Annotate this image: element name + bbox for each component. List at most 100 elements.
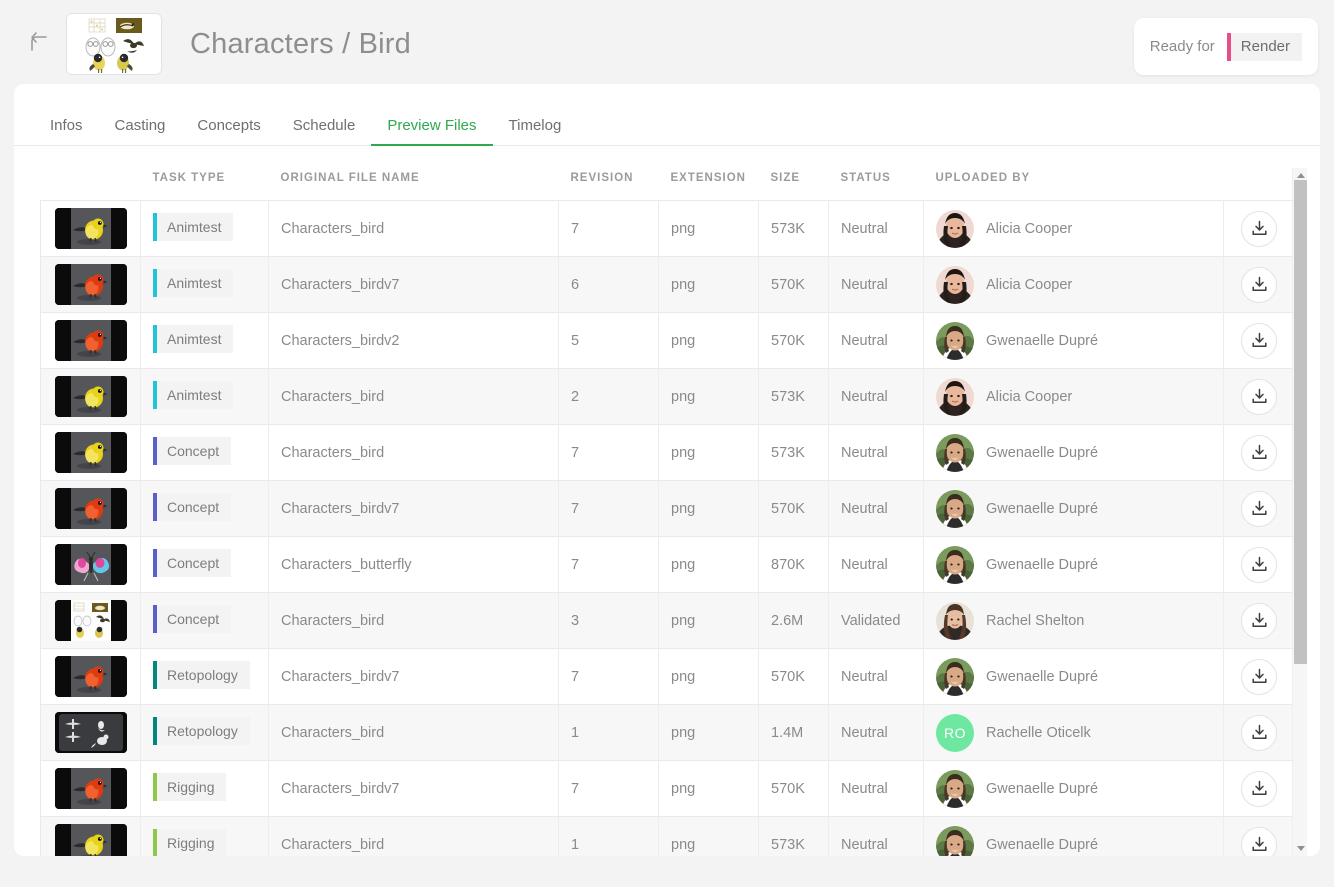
tab-preview-files[interactable]: Preview Files <box>371 117 493 146</box>
download-icon[interactable] <box>1241 434 1278 471</box>
table-row[interactable]: Rigging Characters_bird 1 png 573K Neutral G… <box>40 816 1295 856</box>
task-type-label: Retopology <box>167 666 238 683</box>
col-task-type[interactable]: TASK TYPE <box>141 146 269 201</box>
task-type-badge[interactable]: Concept <box>153 436 232 465</box>
download-icon[interactable] <box>1241 378 1278 415</box>
project-thumbnail[interactable] <box>66 13 162 75</box>
scroll-down-arrow-icon[interactable] <box>1293 841 1308 856</box>
tab-infos[interactable]: Infos <box>50 117 99 145</box>
download-icon[interactable] <box>1241 322 1278 359</box>
uploader-name: Gwenaelle Dupré <box>986 444 1099 461</box>
cell-status: Neutral <box>828 312 924 369</box>
col-uploaded-by[interactable]: UPLOADED BY <box>924 146 1224 201</box>
back-arrow-icon[interactable] <box>22 27 56 61</box>
download-icon[interactable] <box>1241 714 1278 751</box>
avatar[interactable] <box>936 321 974 360</box>
col-extension[interactable]: EXTENSION <box>659 146 759 201</box>
col-file-name[interactable]: ORIGINAL FILE NAME <box>269 146 559 201</box>
download-icon[interactable] <box>1241 490 1278 527</box>
tab-timelog[interactable]: Timelog <box>493 117 578 145</box>
extension-text: png <box>671 780 696 797</box>
download-icon[interactable] <box>1241 266 1278 303</box>
cell-status: Neutral <box>828 536 924 593</box>
task-type-badge[interactable]: Animtest <box>153 380 234 409</box>
preview-thumbnail-sketch-sheet[interactable] <box>54 600 127 641</box>
table-row[interactable]: Animtest Characters_bird 7 png 573K Neutral … <box>40 200 1295 257</box>
uploader-name: Gwenaelle Dupré <box>986 668 1099 685</box>
col-size[interactable]: SIZE <box>759 146 829 201</box>
table-row[interactable]: Concept Characters_bird 3 png 2.6M Validated… <box>40 592 1295 649</box>
cell-status: Neutral <box>828 480 924 537</box>
cell-task-type: Animtest <box>140 312 269 369</box>
scrollbar-thumb[interactable] <box>1294 180 1307 664</box>
preview-thumbnail-bird-yellow[interactable] <box>54 432 127 473</box>
task-type-label: Animtest <box>167 218 222 235</box>
table-row[interactable]: Retopology Characters_bird 1 png 1.4M Neutra… <box>40 704 1295 761</box>
avatar[interactable]: RO <box>936 713 974 752</box>
render-status-chip[interactable]: Render <box>1226 32 1302 61</box>
vertical-scrollbar[interactable] <box>1292 168 1307 856</box>
table-row[interactable]: Concept Characters_birdv7 7 png 570K Neutral… <box>40 480 1295 537</box>
tab-concepts[interactable]: Concepts <box>181 117 276 145</box>
table-row[interactable]: Animtest Characters_birdv7 6 png 570K Neutra… <box>40 256 1295 313</box>
size-text: 573K <box>771 444 805 461</box>
avatar[interactable] <box>936 601 974 640</box>
table-row[interactable]: Concept Characters_butterfly 7 png 870K Neut… <box>40 536 1295 593</box>
avatar[interactable] <box>936 657 974 696</box>
cell-extension: png <box>658 592 759 649</box>
tab-schedule[interactable]: Schedule <box>277 117 372 145</box>
table-row[interactable]: Rigging Characters_birdv7 7 png 570K Neutral… <box>40 760 1295 817</box>
tab-casting[interactable]: Casting <box>99 117 182 145</box>
cell-uploaded-by: Gwenaelle Dupré <box>923 480 1224 537</box>
preview-thumbnail-bird-yellow[interactable] <box>54 376 127 417</box>
table-row[interactable]: Animtest Characters_birdv2 5 png 570K Neutra… <box>40 312 1295 369</box>
download-icon[interactable] <box>1241 210 1278 247</box>
task-type-badge[interactable]: Concept <box>153 548 232 577</box>
avatar[interactable] <box>936 433 974 472</box>
cell-thumbnail <box>40 256 141 313</box>
table-row[interactable]: Concept Characters_bird 7 png 573K Neutral G… <box>40 424 1295 481</box>
preview-thumbnail-bird-yellow[interactable] <box>54 208 127 249</box>
preview-thumbnail-bird-red[interactable] <box>54 488 127 529</box>
preview-thumbnail-bird-yellow[interactable] <box>54 824 127 856</box>
avatar[interactable] <box>936 209 974 248</box>
download-icon[interactable] <box>1241 546 1278 583</box>
avatar[interactable] <box>936 489 974 528</box>
cell-status: Neutral <box>828 256 924 313</box>
task-type-badge[interactable]: Retopology <box>153 716 250 745</box>
task-type-badge[interactable]: Concept <box>153 492 232 521</box>
preview-thumbnail-bird-red[interactable] <box>54 320 127 361</box>
col-revision[interactable]: REVISION <box>559 146 659 201</box>
preview-thumbnail-bird-red[interactable] <box>54 656 127 697</box>
download-icon[interactable] <box>1241 602 1278 639</box>
avatar[interactable] <box>936 265 974 304</box>
avatar[interactable] <box>936 769 974 808</box>
cell-download <box>1223 592 1295 649</box>
table-row[interactable]: Retopology Characters_birdv7 7 png 570K Neut… <box>40 648 1295 705</box>
task-type-badge[interactable]: Animtest <box>153 324 234 353</box>
task-type-badge[interactable]: Concept <box>153 604 232 633</box>
download-icon[interactable] <box>1241 770 1278 807</box>
avatar[interactable] <box>936 545 974 584</box>
avatar[interactable] <box>936 825 974 856</box>
cell-extension: png <box>658 368 759 425</box>
cell-uploaded-by: Gwenaelle Dupré <box>923 312 1224 369</box>
task-type-badge[interactable]: Retopology <box>153 660 250 689</box>
download-icon[interactable] <box>1241 826 1278 856</box>
avatar[interactable] <box>936 377 974 416</box>
preview-thumbnail-butterfly[interactable] <box>54 544 127 585</box>
table-row[interactable]: Animtest Characters_bird 2 png 573K Neutral … <box>40 368 1295 425</box>
download-icon[interactable] <box>1241 658 1278 695</box>
cell-uploaded-by: Alicia Cooper <box>923 368 1224 425</box>
cell-uploaded-by: Gwenaelle Dupré <box>923 536 1224 593</box>
preview-thumbnail-wireframe[interactable] <box>54 712 127 753</box>
col-status[interactable]: STATUS <box>829 146 924 201</box>
task-type-badge[interactable]: Animtest <box>153 268 234 297</box>
preview-thumbnail-bird-red[interactable] <box>54 768 127 809</box>
cell-status: Neutral <box>828 816 924 856</box>
task-type-badge[interactable]: Animtest <box>153 212 234 241</box>
task-type-badge[interactable]: Rigging <box>153 772 227 801</box>
extension-text: png <box>671 612 696 629</box>
task-type-badge[interactable]: Rigging <box>153 828 227 856</box>
preview-thumbnail-bird-red[interactable] <box>54 264 127 305</box>
